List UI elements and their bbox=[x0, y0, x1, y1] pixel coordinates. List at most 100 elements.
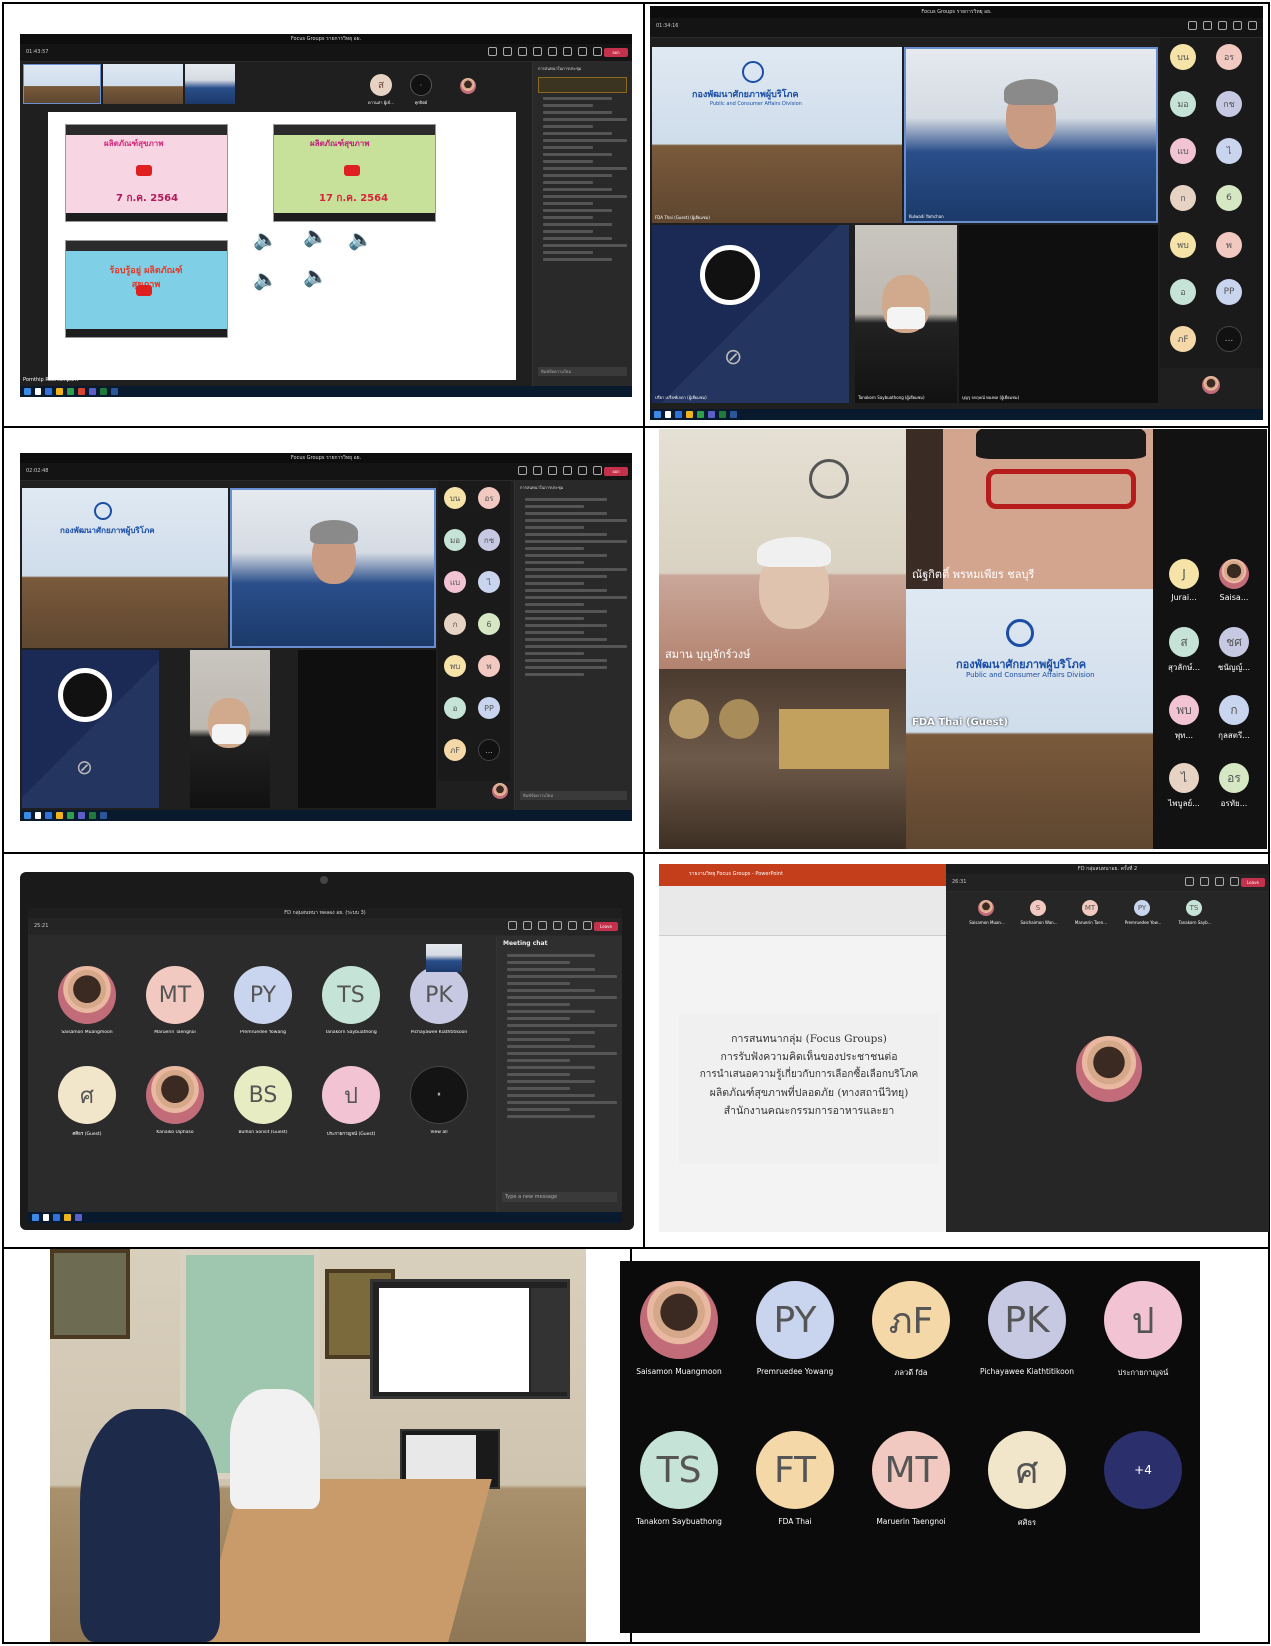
video-tile bbox=[190, 650, 270, 808]
participant-name: ทุกปิตย์ bbox=[414, 100, 428, 105]
video-tile-speaker: ณัฐกิตติ์ พรหมเพียร ชลบุรี bbox=[906, 429, 1153, 589]
raise-hand-icon[interactable] bbox=[1218, 21, 1227, 30]
obs-logo-icon bbox=[58, 668, 112, 722]
chat-icon[interactable] bbox=[488, 47, 497, 56]
mic-icon[interactable] bbox=[1230, 877, 1239, 886]
person-shape bbox=[230, 1389, 320, 1509]
play-icon[interactable] bbox=[344, 165, 360, 176]
people-icon[interactable] bbox=[1203, 21, 1212, 30]
raise-hand-icon[interactable] bbox=[548, 466, 557, 475]
chat-input[interactable]: Type a new message bbox=[502, 1192, 617, 1202]
camera-off-icon: ⊘ bbox=[76, 755, 93, 779]
search-icon[interactable] bbox=[35, 388, 41, 395]
app-icon[interactable] bbox=[45, 388, 52, 395]
leave-button[interactable]: ออก bbox=[604, 48, 628, 57]
chat-icon[interactable] bbox=[508, 921, 517, 930]
participant-avatar: อร bbox=[478, 487, 500, 509]
camera-off-icon: ⊘ bbox=[724, 345, 743, 370]
windows-taskbar bbox=[28, 1212, 622, 1223]
leave-button[interactable]: ออก bbox=[604, 467, 628, 476]
chat-notice bbox=[538, 77, 627, 93]
chat-icon[interactable] bbox=[1185, 877, 1194, 886]
participant-avatar: ภF bbox=[872, 1281, 950, 1359]
video-name: ปรียา เปร็จฑ์เกดา (ผู้เยี่ยมชม) bbox=[655, 395, 707, 400]
participant-name: Tanakorn Saybuathong bbox=[636, 1517, 722, 1526]
camera-icon[interactable] bbox=[568, 921, 577, 930]
window-title: Focus Groups รายการวิทยุ อย. bbox=[650, 6, 1263, 18]
participant-avatar: ส bbox=[370, 74, 392, 96]
participant-name: View all bbox=[430, 1130, 448, 1135]
mic-icon[interactable] bbox=[583, 921, 592, 930]
mic-icon[interactable] bbox=[578, 47, 587, 56]
chat-input[interactable]: พิมพ์ข้อความใหม่ bbox=[538, 367, 627, 376]
people-icon[interactable] bbox=[533, 466, 542, 475]
leave-button[interactable]: Leave bbox=[1241, 878, 1265, 887]
participant-avatar: พ bbox=[478, 655, 500, 677]
play-icon[interactable] bbox=[136, 285, 152, 296]
participant-name: ชนัญญ์... bbox=[1217, 663, 1251, 672]
participant-name: กุลสตรี... bbox=[1218, 731, 1250, 740]
play-icon[interactable] bbox=[136, 165, 152, 176]
chat-input[interactable]: พิมพ์ข้อความใหม่ bbox=[520, 791, 627, 800]
participant-avatar: ป bbox=[1104, 1281, 1182, 1359]
hair-shape bbox=[976, 429, 1146, 459]
reactions-icon[interactable] bbox=[553, 921, 562, 930]
share-icon[interactable] bbox=[593, 47, 602, 56]
app-icon[interactable] bbox=[78, 388, 85, 395]
teams-icon[interactable] bbox=[89, 388, 96, 395]
powerpoint-window: รายงานวิทยุ Focus Groups - PowerPoint กา… bbox=[659, 864, 946, 1232]
people-icon[interactable] bbox=[503, 47, 512, 56]
meeting-timer: 25:21 bbox=[34, 923, 49, 929]
monitor-photo: FD กลุ่มสนทนา ทดลอง อย. (ระบบ 3) 25:21 L… bbox=[20, 872, 634, 1230]
view-icon[interactable] bbox=[1248, 21, 1257, 30]
slide-line: การนำเสนอความรู้เกี่ยวกับการเลือกซื้อเลื… bbox=[699, 1069, 919, 1080]
teams-window-gallery: FD กลุ่มสนทนา ทดลอง อย. (ระบบ 3) 25:21 L… bbox=[28, 908, 622, 1223]
speaker-icon: 🔈 bbox=[303, 264, 328, 288]
mic-icon[interactable] bbox=[593, 466, 602, 475]
video-name: บุญรุ จกฤษณ์ ทองพล (ผู้เยี่ยมชม) bbox=[962, 395, 1020, 400]
teams-window-screenshare: Focus Groups รายการวิทยุ อย. 01:43:57 ออ… bbox=[20, 34, 632, 397]
participant-name: Maruerin Taengnoi bbox=[154, 1030, 196, 1035]
participant-name: พุท... bbox=[1174, 731, 1194, 740]
participant-avatar: 6 bbox=[478, 613, 500, 635]
people-icon[interactable] bbox=[523, 921, 532, 930]
raise-hand-icon[interactable] bbox=[538, 921, 547, 930]
chat-icon[interactable] bbox=[518, 466, 527, 475]
screen-photo-ppt-teams: รายงานวิทยุ Focus Groups - PowerPoint กา… bbox=[659, 864, 1269, 1232]
self-video bbox=[426, 944, 462, 972]
painting-shape bbox=[50, 1249, 130, 1339]
participant-avatar: ... bbox=[478, 739, 500, 761]
reactions-icon[interactable] bbox=[1233, 21, 1242, 30]
app-icon[interactable] bbox=[67, 388, 74, 395]
object-shape bbox=[669, 699, 709, 739]
slide-line: ผลิตภัณฑ์สุขภาพที่ปลอดภัย (ทางสถานีวิทยุ… bbox=[709, 1087, 909, 1099]
participant-name: ประกายกาญจน์ bbox=[1117, 1368, 1169, 1377]
teams-window-gallery: Focus Groups รายการวิทยุ อย. 01:34:16 กอ… bbox=[650, 6, 1263, 420]
word-icon[interactable] bbox=[111, 388, 118, 395]
camera-icon[interactable] bbox=[578, 466, 587, 475]
folder-icon[interactable] bbox=[56, 388, 63, 395]
reactions-icon[interactable] bbox=[533, 47, 542, 56]
participant-gallery: Saisamon Muangmoon PY Premruedee Yowang ภF ภ… bbox=[620, 1261, 1200, 1633]
camera-icon[interactable] bbox=[1215, 877, 1224, 886]
participant-avatar: ศ bbox=[988, 1431, 1066, 1509]
mask-shape bbox=[887, 307, 925, 329]
leave-button[interactable]: Leave bbox=[594, 922, 618, 931]
participant-avatar: พบ bbox=[1170, 232, 1196, 258]
window-title: FD กลุ่มสนทนา ทดลอง อย. (ระบบ 3) bbox=[28, 908, 622, 918]
raise-hand-icon[interactable] bbox=[518, 47, 527, 56]
participant-avatar: ชศ bbox=[1219, 627, 1249, 657]
excel-icon[interactable] bbox=[100, 388, 107, 395]
participant-avatar: TS bbox=[1186, 900, 1202, 916]
people-icon[interactable] bbox=[1200, 877, 1209, 886]
video-name: Tanakorn Saybuathong (ผู้เยี่ยมชม) bbox=[858, 395, 925, 400]
more-icon[interactable] bbox=[563, 466, 572, 475]
chat-icon[interactable] bbox=[1188, 21, 1197, 30]
video-name: Kulwadi Yamchan bbox=[909, 214, 944, 219]
camera-icon[interactable] bbox=[563, 47, 572, 56]
participant-name: Premruedee Yow... bbox=[1124, 920, 1162, 925]
participant-avatar: BS bbox=[234, 1066, 292, 1124]
chat-header: การสนทนาในการประชุม bbox=[520, 485, 564, 490]
more-icon[interactable] bbox=[548, 47, 557, 56]
start-icon[interactable] bbox=[24, 388, 31, 395]
